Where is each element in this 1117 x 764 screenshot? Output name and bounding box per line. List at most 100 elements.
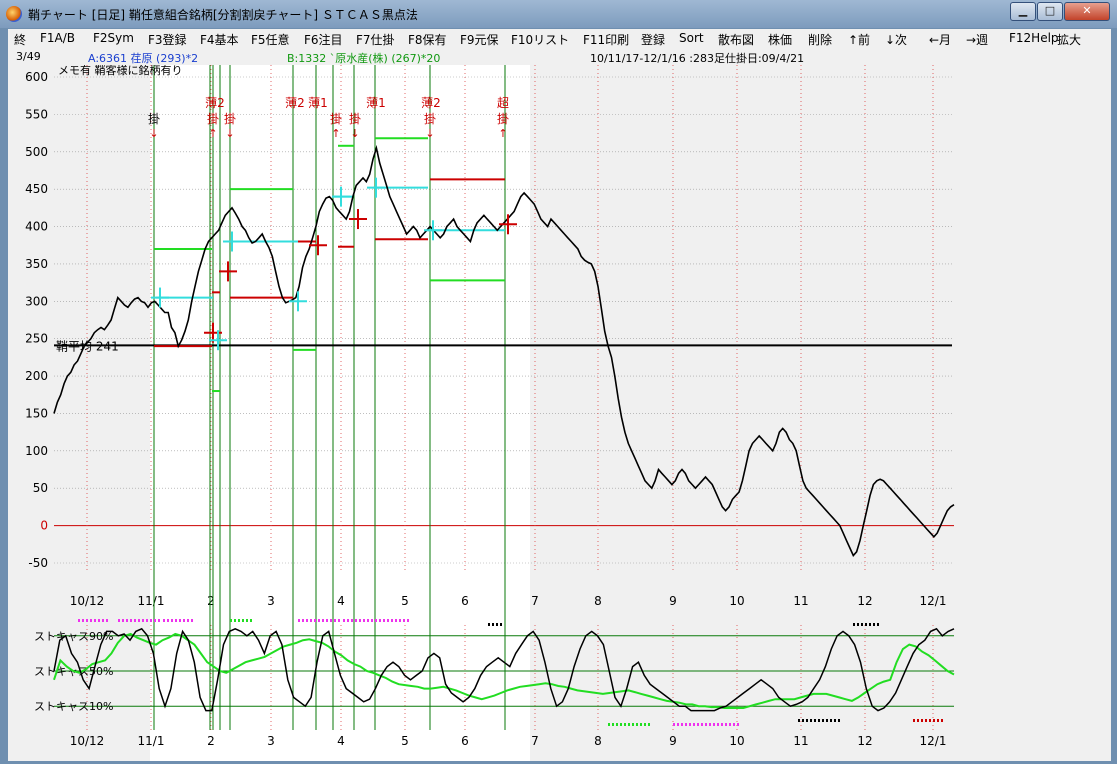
signal-dot-8-673 — [681, 723, 683, 726]
menu-item-16[interactable]: 削除 — [808, 31, 832, 48]
menu-item-11[interactable]: F11印刷 — [583, 31, 629, 48]
menu-item-19[interactable]: ←月 — [929, 31, 951, 48]
signal-dot-7-640 — [648, 723, 650, 726]
signal-label-10: 薄2 — [421, 95, 441, 110]
signal-dot-9-818 — [826, 719, 828, 722]
menu-item-12[interactable]: 登録 — [641, 31, 665, 48]
menu-item-18[interactable]: ↓次 — [885, 31, 907, 48]
signal-dot-9-830 — [838, 719, 840, 722]
menu-item-22[interactable]: 拡大 — [1057, 31, 1081, 48]
signal-label-3: 掛 — [224, 111, 236, 126]
signal-dot-9-826 — [834, 719, 836, 722]
signal-dot-5-383 — [391, 619, 393, 622]
signal-dot-2-167 — [175, 619, 177, 622]
signal-dot-1-134 — [142, 619, 144, 622]
signal-dot-1-110 — [118, 619, 120, 622]
signal-dot-4-326 — [334, 619, 336, 622]
close-button[interactable]: ✕ — [1064, 2, 1110, 21]
menu-item-13[interactable]: Sort — [679, 31, 704, 45]
signal-dot-11-905 — [913, 719, 915, 722]
signal-dot-4-318 — [326, 619, 328, 622]
signal-dot-9-814 — [822, 719, 824, 722]
menu-item-3[interactable]: F3登録 — [148, 31, 187, 48]
signal-dot-8-693 — [701, 723, 703, 726]
menu-item-4[interactable]: F4基本 — [200, 31, 239, 48]
signal-dot-7-604 — [612, 723, 614, 726]
xtick-label-bottom-3: 3 — [267, 734, 275, 748]
signal-dot-6-492 — [500, 623, 502, 626]
menu-item-21[interactable]: F12Help — [1009, 31, 1059, 45]
signal-dot-5-371 — [379, 619, 381, 622]
signal-dot-8-721 — [729, 723, 731, 726]
signal-dot-5-335 — [343, 619, 345, 622]
menu-item-1[interactable]: F1A/B — [40, 31, 75, 45]
signal-dot-5-351 — [359, 619, 361, 622]
menu-item-7[interactable]: F7仕掛 — [356, 31, 395, 48]
menu-item-9[interactable]: F9元保 — [460, 31, 499, 48]
signal-dot-8-685 — [693, 723, 695, 726]
signal-dot-8-697 — [705, 723, 707, 726]
signal-label-12: 超 — [497, 95, 509, 110]
signal-label-9: 掛 — [424, 111, 436, 126]
signal-dot-4-314 — [322, 619, 324, 622]
minimize-button[interactable]: ▁ — [1010, 2, 1036, 21]
menu-item-2[interactable]: F2Sym — [93, 31, 134, 45]
xtick-label-2: 2 — [207, 594, 215, 608]
menu-item-6[interactable]: F6注目 — [304, 31, 343, 48]
signal-dot-11-929 — [937, 719, 939, 722]
signal-dot-5-387 — [395, 619, 397, 622]
xtick-label-bottom-7: 7 — [531, 734, 539, 748]
ytick-label-300: 300 — [25, 294, 48, 308]
menu-item-17[interactable]: ↑前 — [848, 31, 870, 48]
signal-arrow-6: ↑ — [331, 127, 340, 140]
xtick-label-6: 6 — [461, 594, 469, 608]
xtick-label-bottom-10: 10 — [729, 734, 744, 748]
signal-dot-7-624 — [632, 723, 634, 726]
xtick-label-bottom-11: 11 — [793, 734, 808, 748]
signal-dot-11-917 — [925, 719, 927, 722]
xtick-label-bottom-0: 10/12 — [70, 734, 105, 748]
signal-label-0: 掛 — [148, 111, 160, 126]
signal-dot-5-359 — [367, 619, 369, 622]
signal-dot-0-98 — [106, 619, 108, 622]
menu-item-10[interactable]: F10リスト — [511, 31, 569, 48]
ytick-label-600: 600 — [25, 70, 48, 84]
signal-dot-11-925 — [933, 719, 935, 722]
signal-dot-10-849 — [857, 623, 859, 626]
signal-dot-7-600 — [608, 723, 610, 726]
xtick-label-3: 3 — [267, 594, 275, 608]
signal-dot-9-810 — [818, 719, 820, 722]
ytick-label-200: 200 — [25, 369, 48, 383]
app-icon — [6, 6, 22, 22]
signal-label-1: 薄2 — [205, 95, 225, 110]
signal-dot-9-794 — [802, 719, 804, 722]
signal-dot-0-86 — [94, 619, 96, 622]
menu-item-0[interactable]: 終 — [14, 31, 26, 48]
signal-dot-11-933 — [941, 719, 943, 722]
signal-dot-11-913 — [921, 719, 923, 722]
signal-dot-7-636 — [644, 723, 646, 726]
signal-dot-4-298 — [306, 619, 308, 622]
menu-item-14[interactable]: 散布図 — [718, 31, 754, 48]
signal-dot-5-399 — [407, 619, 409, 622]
menu-item-5[interactable]: F5任意 — [251, 31, 290, 48]
signal-dot-3-222 — [230, 619, 232, 622]
menu-item-15[interactable]: 株価 — [768, 31, 792, 48]
signal-dot-8-729 — [737, 723, 739, 726]
signal-dot-4-290 — [298, 619, 300, 622]
ytick-label-400: 400 — [25, 220, 48, 234]
signal-dot-1-150 — [158, 619, 160, 622]
signal-dot-5-355 — [363, 619, 365, 622]
period-info: 10/11/17-12/1/16 :283足仕掛日:09/4/21 — [590, 52, 805, 65]
menu-item-20[interactable]: →週 — [966, 31, 988, 48]
xtick-label-10: 10 — [729, 594, 744, 608]
xtick-label-bottom-4: 4 — [337, 734, 345, 748]
signal-label-8: 薄1 — [366, 95, 386, 110]
signal-dot-8-681 — [689, 723, 691, 726]
signal-label-5: 薄1 — [308, 95, 328, 110]
maximize-button[interactable]: □ — [1037, 2, 1063, 21]
xtick-label-bottom-12: 12 — [857, 734, 872, 748]
ytick-label-150: 150 — [25, 406, 48, 420]
stoch-label-10: ストキャス10% — [34, 700, 113, 713]
menu-item-8[interactable]: F8保有 — [408, 31, 447, 48]
